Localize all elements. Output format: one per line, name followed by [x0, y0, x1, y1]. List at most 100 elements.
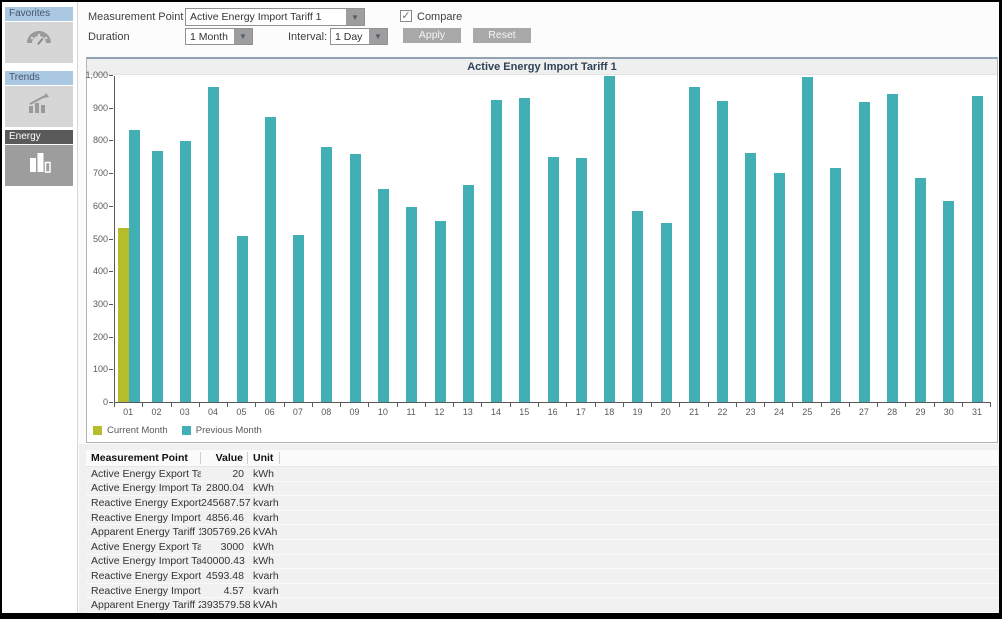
chart-day-slot: [426, 76, 454, 402]
compare-checkbox[interactable]: ✓: [400, 10, 412, 22]
favorites-icon-box[interactable]: [5, 22, 73, 63]
x-axis-label: 20: [652, 407, 680, 419]
chart-day-slot: [709, 76, 737, 402]
sidebar-item-favorites[interactable]: Favorites: [5, 7, 73, 21]
y-axis-label: 800: [78, 135, 108, 145]
bar-previous-month[interactable]: [293, 235, 304, 402]
sidebar-item-energy[interactable]: Energy: [5, 130, 73, 144]
bar-previous-month[interactable]: [435, 221, 446, 402]
y-axis-label: 300: [78, 299, 108, 309]
bar-previous-month[interactable]: [576, 158, 587, 402]
measurement-point-cell: Active Energy Export Tariff 1: [86, 468, 201, 480]
sidebar-item-trends[interactable]: Trends: [5, 71, 73, 85]
bar-previous-month[interactable]: [406, 207, 417, 402]
y-axis: 01002003004005006007008009001,000: [87, 76, 113, 403]
x-axis-label: 11: [397, 407, 425, 419]
value-cell: 4593.48: [201, 570, 248, 582]
compare-label: Compare: [417, 11, 462, 23]
bar-previous-month[interactable]: [972, 96, 983, 402]
bar-previous-month[interactable]: [915, 178, 926, 402]
bar-previous-month[interactable]: [378, 189, 389, 402]
bar-previous-month[interactable]: [604, 76, 615, 402]
reset-button[interactable]: Reset: [473, 28, 531, 43]
chart-day-slot: [822, 76, 850, 402]
chart-day-slot: [850, 76, 878, 402]
bar-previous-month[interactable]: [180, 141, 191, 402]
x-axis-label: 04: [199, 407, 227, 419]
chart-day-slot: [878, 76, 906, 402]
bar-previous-month[interactable]: [519, 98, 530, 402]
bar-previous-month[interactable]: [689, 87, 700, 402]
table-row[interactable]: Active Energy Import Tariff 240000.43kWh: [86, 555, 998, 570]
table-row[interactable]: Active Energy Import Tariff 12800.04kWh: [86, 482, 998, 497]
bar-previous-month[interactable]: [632, 211, 643, 402]
x-axis-label: 28: [878, 407, 906, 419]
bar-previous-month[interactable]: [661, 223, 672, 402]
y-axis-tick: [109, 337, 113, 338]
bar-previous-month[interactable]: [265, 117, 276, 402]
bar-previous-month[interactable]: [129, 130, 140, 402]
table-row[interactable]: Reactive Energy Import Tariff 14856.46kv…: [86, 511, 998, 526]
x-axis-label: 26: [821, 407, 849, 419]
bar-previous-month[interactable]: [321, 147, 332, 402]
trends-icon-box[interactable]: [5, 86, 73, 127]
chart-day-slot: [115, 76, 143, 402]
table-row[interactable]: Reactive Energy Export Tariff 1245687.57…: [86, 496, 998, 511]
column-header-unit[interactable]: Unit: [248, 452, 280, 464]
chart-day-slot: [906, 76, 934, 402]
chart-day-slot: [963, 76, 991, 402]
bar-previous-month[interactable]: [774, 173, 785, 402]
table-row[interactable]: Apparent Energy Tariff 1305769.26kVAh: [86, 525, 998, 540]
table-row[interactable]: Active Energy Export Tariff 23000kWh: [86, 540, 998, 555]
bar-previous-month[interactable]: [802, 77, 813, 402]
measurement-table: Measurement Point Value Unit Active Ener…: [86, 450, 998, 613]
bar-previous-month[interactable]: [717, 101, 728, 402]
bar-previous-month[interactable]: [350, 154, 361, 402]
bar-previous-month[interactable]: [887, 94, 898, 402]
table-row[interactable]: Reactive Energy Export Tariff 24593.48kv…: [86, 569, 998, 584]
x-axis-label: 31: [963, 407, 991, 419]
bar-previous-month[interactable]: [859, 102, 870, 402]
bar-previous-month[interactable]: [548, 157, 559, 402]
bar-previous-month[interactable]: [745, 153, 756, 402]
x-axis-label: 12: [425, 407, 453, 419]
bar-previous-month[interactable]: [943, 201, 954, 402]
chart-plot-area: [114, 76, 991, 403]
table-row[interactable]: Reactive Energy Import Tariff 24.57kvarh: [86, 584, 998, 599]
chevron-down-icon[interactable]: ▼: [234, 29, 252, 44]
previous-month-swatch: [182, 426, 191, 435]
y-axis-tick: [109, 402, 113, 403]
chart-day-slot: [511, 76, 539, 402]
x-axis-label: 01: [114, 407, 142, 419]
duration-dropdown[interactable]: 1 Month ▼: [185, 28, 253, 45]
chart-day-slot: [737, 76, 765, 402]
chevron-down-icon[interactable]: ▼: [346, 9, 364, 25]
column-header-measurement-point[interactable]: Measurement Point: [86, 452, 201, 464]
measurement-point-dropdown[interactable]: Active Energy Import Tariff 1 ▼: [185, 8, 365, 26]
measurement-point-cell: Apparent Energy Tariff 2: [86, 599, 201, 611]
table-row[interactable]: Apparent Energy Tariff 2393579.58kVAh: [86, 598, 998, 613]
measurement-point-cell: Reactive Energy Import Tariff 1: [86, 512, 201, 524]
bar-previous-month[interactable]: [463, 185, 474, 402]
measurement-point-cell: Active Energy Import Tariff 2: [86, 555, 201, 567]
interval-dropdown[interactable]: 1 Day ▼: [330, 28, 388, 45]
bar-previous-month[interactable]: [491, 100, 502, 402]
chart-day-slot: [200, 76, 228, 402]
bar-current-month[interactable]: [118, 228, 129, 402]
energy-icon-box[interactable]: [5, 145, 73, 186]
x-axis-label: 15: [510, 407, 538, 419]
column-header-value[interactable]: Value: [201, 452, 248, 464]
unit-cell: kWh: [248, 555, 280, 567]
x-axis-label: 21: [680, 407, 708, 419]
legend-item-current-month: Current Month: [93, 425, 168, 436]
bar-previous-month[interactable]: [152, 151, 163, 402]
bar-previous-month[interactable]: [830, 168, 841, 402]
table-row[interactable]: Active Energy Export Tariff 120kWh: [86, 467, 998, 482]
measurement-point-cell: Apparent Energy Tariff 1: [86, 526, 201, 538]
y-axis-label: 200: [78, 332, 108, 342]
apply-button[interactable]: Apply: [403, 28, 461, 43]
bar-previous-month[interactable]: [208, 87, 219, 402]
unit-cell: kVAh: [248, 526, 280, 538]
bar-previous-month[interactable]: [237, 236, 248, 402]
chevron-down-icon[interactable]: ▼: [369, 29, 387, 44]
